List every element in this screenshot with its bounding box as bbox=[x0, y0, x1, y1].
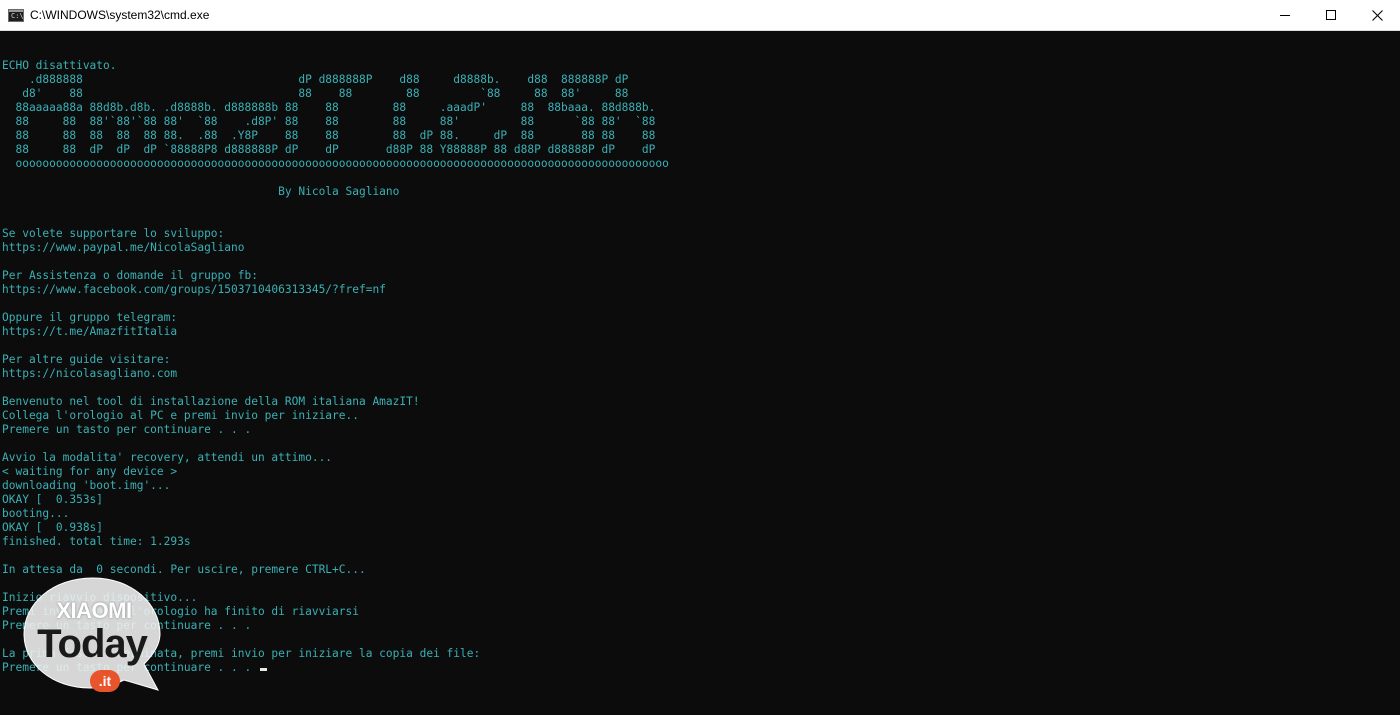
console-line-text: Benvenuto nel tool di installazione dell… bbox=[2, 395, 420, 408]
console-line-text: OKAY [ 0.938s] bbox=[2, 521, 104, 534]
console-line-text: Premere un tasto per continuare . . . bbox=[2, 423, 252, 436]
console-line: 88 88 88'`88'`88 88' `88 .d8P' 88 88 88 … bbox=[2, 115, 1382, 129]
console-line: OKAY [ 0.938s] bbox=[2, 521, 1382, 535]
console-line: oooooooooooooooooooooooooooooooooooooooo… bbox=[2, 157, 1382, 171]
console-line: https://www.paypal.me/NicolaSagliano bbox=[2, 241, 1382, 255]
console-line: Avvio la modalita' recovery, attendi un … bbox=[2, 451, 1382, 465]
console-line: Per Assistenza o domande il gruppo fb: bbox=[2, 269, 1382, 283]
console-line: https://www.facebook.com/groups/15037104… bbox=[2, 283, 1382, 297]
console-line: https://nicolasagliano.com bbox=[2, 367, 1382, 381]
console-line: .d888888 dP d888888P d88 d8888b. d88 888… bbox=[2, 73, 1382, 87]
console-line: ECHO disattivato. bbox=[2, 59, 1382, 73]
console-line: d8' 88 88 88 88 `88 88 88' 88 bbox=[2, 87, 1382, 101]
console-line-text: < waiting for any device > bbox=[2, 465, 178, 478]
console-line: Collega l'orologio al PC e premi invio p… bbox=[2, 409, 1382, 423]
console-line-text: https://www.paypal.me/NicolaSagliano bbox=[2, 241, 245, 254]
console-output[interactable]: ECHO disattivato. .d888888 dP d888888P d… bbox=[2, 59, 1382, 675]
watermark-brand-main: Today bbox=[37, 622, 148, 666]
console-line: Premere un tasto per continuare . . . bbox=[2, 661, 1382, 675]
window-title: C:\WINDOWS\system32\cmd.exe bbox=[30, 8, 210, 22]
console-line-text: oooooooooooooooooooooooooooooooooooooooo… bbox=[2, 157, 669, 170]
window-controls bbox=[1262, 0, 1400, 30]
console-line-text: By Nicola Sagliano bbox=[2, 185, 400, 198]
console-line-text: https://nicolasagliano.com bbox=[2, 367, 178, 380]
watermark-brand-top: XIAOMI bbox=[56, 598, 132, 623]
cmd-icon[interactable]: C:\ bbox=[8, 8, 24, 22]
maximize-button[interactable] bbox=[1308, 0, 1354, 30]
console-line-text: 88 88 88'`88'`88 88' `88 .d8P' 88 88 88 … bbox=[2, 115, 656, 128]
console-line-text: finished. total time: 1.293s bbox=[2, 535, 191, 548]
console-line-text: ECHO disattivato. bbox=[2, 59, 117, 72]
xiaomitoday-watermark: XIAOMI Today .it bbox=[18, 572, 168, 700]
console-line: 88 88 88 88 88 88. .88 .Y8P 88 88 88 dP … bbox=[2, 129, 1382, 143]
console-line: Benvenuto nel tool di installazione dell… bbox=[2, 395, 1382, 409]
console-line: Oppure il gruppo telegram: bbox=[2, 311, 1382, 325]
console-line-text: Oppure il gruppo telegram: bbox=[2, 311, 178, 324]
console-line: https://t.me/AmazfitItalia bbox=[2, 325, 1382, 339]
console-line: La prima fase e' terminata, premi invio … bbox=[2, 647, 1382, 661]
console-line-text: booting... bbox=[2, 507, 70, 520]
console-line-text: Collega l'orologio al PC e premi invio p… bbox=[2, 409, 359, 422]
console-line: By Nicola Sagliano bbox=[2, 185, 1382, 199]
text-cursor bbox=[259, 668, 267, 671]
console-line-text: Avvio la modalita' recovery, attendi un … bbox=[2, 451, 333, 464]
console-line-text: 88 88 dP dP dP `88888P8 d888888P dP dP d… bbox=[2, 143, 656, 156]
console-line: 88aaaaa88a 88d8b.d8b. .d8888b. d888888b … bbox=[2, 101, 1382, 115]
console-line: < waiting for any device > bbox=[2, 465, 1382, 479]
console-line: Premi invio quando l'orologio ha finito … bbox=[2, 605, 1382, 619]
console-line-text: Per Assistenza o domande il gruppo fb: bbox=[2, 269, 258, 282]
close-button[interactable] bbox=[1354, 0, 1400, 30]
console-line-text: 88aaaaa88a 88d8b.d8b. .d8888b. d888888b … bbox=[2, 101, 656, 114]
title-bar[interactable]: C:\ C:\WINDOWS\system32\cmd.exe bbox=[0, 0, 1400, 31]
cmd-icon-glyph: C:\ bbox=[11, 11, 24, 20]
console-line-text: https://t.me/AmazfitItalia bbox=[2, 325, 178, 338]
console-line: booting... bbox=[2, 507, 1382, 521]
minimize-button[interactable] bbox=[1262, 0, 1308, 30]
console-line-text: https://www.facebook.com/groups/15037104… bbox=[2, 283, 386, 296]
minimize-icon bbox=[1280, 15, 1290, 16]
watermark-brand-tld: .it bbox=[90, 670, 120, 692]
console-line: finished. total time: 1.293s bbox=[2, 535, 1382, 549]
console-line-text: Se volete supportare lo sviluppo: bbox=[2, 227, 225, 240]
console-line: Premere un tasto per continuare . . . bbox=[2, 423, 1382, 437]
console-line-text: 88 88 88 88 88 88. .88 .Y8P 88 88 88 dP … bbox=[2, 129, 656, 142]
console-line: In attesa da 0 secondi. Per uscire, prem… bbox=[2, 563, 1382, 577]
console-line: 88 88 dP dP dP `88888P8 d888888P dP dP d… bbox=[2, 143, 1382, 157]
console-line: Inizio riavvio dispositivo... bbox=[2, 591, 1382, 605]
console-line: downloading 'boot.img'... bbox=[2, 479, 1382, 493]
console-line: Premere un tasto per continuare . . . bbox=[2, 619, 1382, 633]
console-line-text: Per altre guide visitare: bbox=[2, 353, 171, 366]
close-icon bbox=[1371, 9, 1383, 21]
console-line: OKAY [ 0.353s] bbox=[2, 493, 1382, 507]
console-line-text: downloading 'boot.img'... bbox=[2, 479, 171, 492]
console-line: Per altre guide visitare: bbox=[2, 353, 1382, 367]
vertical-scrollbar[interactable] bbox=[1383, 31, 1400, 715]
cmd-window[interactable]: C:\ C:\WINDOWS\system32\cmd.exe ECHO dis… bbox=[0, 0, 1400, 715]
console-line-text: .d888888 dP d888888P d88 d8888b. d88 888… bbox=[2, 73, 629, 86]
maximize-icon bbox=[1326, 10, 1336, 20]
console-line-text: d8' 88 88 88 88 `88 88 88' 88 bbox=[2, 87, 629, 100]
console-line: Se volete supportare lo sviluppo: bbox=[2, 227, 1382, 241]
console-line-text: OKAY [ 0.353s] bbox=[2, 493, 104, 506]
